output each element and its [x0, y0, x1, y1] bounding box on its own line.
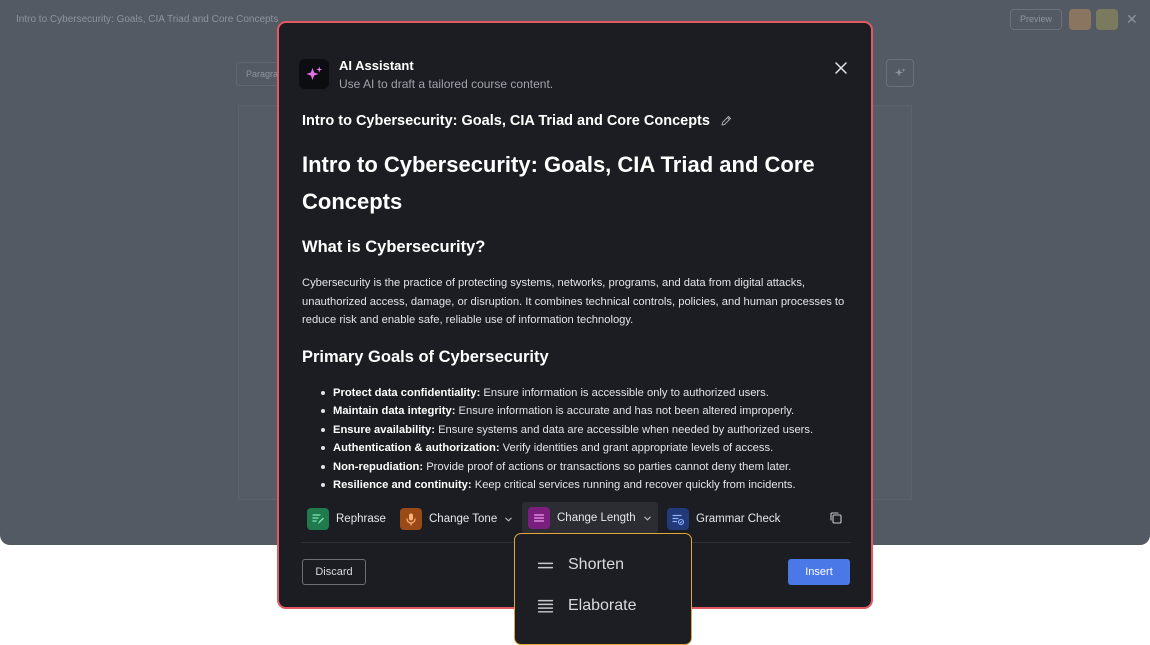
list-item-desc: Provide proof of actions or transactions…: [423, 460, 792, 473]
elaborate-label: Elaborate: [568, 597, 637, 614]
sparkle-icon: [895, 68, 906, 77]
list-item: Protect data confidentiality: Ensure inf…: [321, 384, 850, 403]
document-title: Intro to Cybersecurity: Goals, CIA Triad…: [302, 113, 710, 129]
grammar-check-label: Grammar Check: [696, 513, 781, 525]
elaborate-icon: [537, 599, 554, 613]
section-heading: What is Cybersecurity?: [302, 238, 486, 256]
shorten-label: Shorten: [568, 556, 625, 573]
close-icon: [835, 62, 847, 74]
ai-assistant-modal: AI Assistant Use AI to draft a tailored …: [277, 21, 873, 609]
change-tone-label: Change Tone: [429, 513, 498, 525]
copy-button[interactable]: [829, 511, 845, 527]
ai-assistant-logo: [299, 59, 329, 89]
list-item: Maintain data integrity: Ensure informat…: [321, 402, 850, 421]
list-item-term: Resilience and continuity:: [333, 479, 472, 491]
change-length-button[interactable]: Change Length: [522, 502, 658, 534]
attachment-button[interactable]: [1069, 9, 1091, 30]
list-item-desc: Ensure information is accurate and has n…: [455, 405, 795, 417]
list-item-desc: Verify identities and grant appropriate …: [499, 442, 774, 454]
list-item-term: Maintain data integrity:: [333, 405, 456, 417]
rephrase-label: Rephrase: [336, 513, 386, 525]
change-tone-button[interactable]: Change Tone: [400, 506, 513, 532]
change-length-dropdown: Shorten Elaborate: [514, 533, 692, 645]
modal-subtitle: Use AI to draft a tailored course conten…: [339, 77, 554, 91]
document-title-row: Intro to Cybersecurity: Goals, CIA Triad…: [302, 113, 733, 129]
list-item-desc: Keep critical services running and recov…: [471, 479, 796, 491]
list-item: Authentication & authorization: Verify i…: [321, 439, 850, 458]
settings-button[interactable]: [1096, 9, 1118, 30]
section-heading: Primary Goals of Cybersecurity: [302, 347, 549, 366]
pencil-icon: [721, 116, 731, 126]
chevron-down-icon: [643, 516, 651, 521]
edit-title-button[interactable]: [719, 114, 733, 128]
grammar-check-button[interactable]: Grammar Check: [667, 506, 780, 532]
editor-close-icon[interactable]: ✕: [1126, 10, 1138, 28]
ai-assistant-button[interactable]: [886, 59, 914, 87]
text-length-icon: [528, 507, 550, 529]
grammar-check-icon: [667, 508, 689, 530]
microphone-icon: [400, 508, 422, 530]
sparkle-icon: [306, 66, 323, 80]
preview-button[interactable]: Preview: [1010, 9, 1062, 30]
insert-button[interactable]: Insert: [788, 559, 850, 585]
paragraph-format-select[interactable]: Paragraph: [236, 62, 281, 86]
shorten-icon: [537, 562, 554, 568]
content-heading: Intro to Cybersecurity: Goals, CIA Triad…: [302, 152, 815, 214]
generated-content[interactable]: Intro to Cybersecurity: Goals, CIA Triad…: [302, 146, 850, 498]
elaborate-option[interactable]: Elaborate: [537, 597, 637, 615]
modal-title: AI Assistant: [339, 58, 414, 73]
goals-list: Protect data confidentiality: Ensure inf…: [302, 384, 850, 495]
list-item-desc: Ensure systems and data are accessible w…: [434, 423, 814, 436]
shorten-option[interactable]: Shorten: [537, 556, 624, 574]
change-length-label: Change Length: [557, 512, 636, 524]
list-item: Resilience and continuity: Keep critical…: [321, 476, 850, 495]
rephrase-button[interactable]: Rephrase: [307, 506, 386, 532]
list-item-term: Authentication & authorization:: [333, 442, 500, 454]
chevron-down-icon: [505, 517, 512, 522]
editor-window-title: Intro to Cybersecurity: Goals, CIA Triad…: [16, 14, 279, 25]
list-item: Ensure availability: Ensure systems and …: [321, 421, 850, 440]
list-item-term: Non-repudiation:: [333, 460, 424, 473]
modal-close-button[interactable]: [832, 59, 850, 77]
rephrase-icon: [307, 508, 329, 530]
section-paragraph: Cybersecurity is the practice of protect…: [302, 277, 845, 326]
list-item-term: Ensure availability:: [333, 423, 435, 436]
list-item-desc: Ensure information is accessible only to…: [480, 386, 769, 399]
list-item: Non-repudiation: Provide proof of action…: [321, 458, 850, 477]
ai-actions-toolbar: Rephrase Change Tone Change Length Gramm…: [301, 502, 851, 536]
copy-icon: [830, 512, 842, 524]
discard-button[interactable]: Discard: [302, 559, 366, 585]
list-item-term: Protect data confidentiality:: [333, 386, 481, 399]
